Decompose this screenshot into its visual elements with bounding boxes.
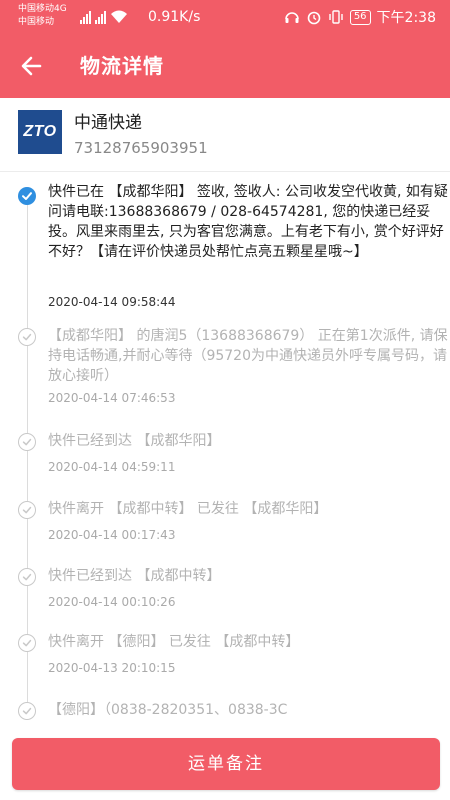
- event-text: 【成都华阳】 的唐润5（13688368679） 正在第1次派件, 请保持电话畅…: [48, 328, 448, 384]
- headphones-icon: [284, 9, 300, 25]
- courier-logo: ZTO: [18, 110, 62, 154]
- waybill-note-button[interactable]: 运单备注: [12, 738, 440, 790]
- check-circle-icon: [18, 187, 36, 205]
- signal-icons: [80, 8, 128, 24]
- network-speed: 0.91K/s: [148, 9, 201, 25]
- event-text: 快件离开 【德阳】 已发往 【成都中转】: [48, 634, 300, 650]
- vibrate-icon: [328, 9, 344, 25]
- check-circle-icon: [18, 433, 36, 451]
- event-text: 快件离开 【成都中转】 已发往 【成都华阳】: [48, 501, 328, 517]
- wifi-icon: [111, 10, 127, 23]
- courier-logo-text: ZTO: [23, 123, 57, 140]
- event-time: 2020-04-14 00:17:43: [48, 528, 176, 542]
- signal-strength-icon-2: [95, 10, 106, 24]
- alarm-icon: [306, 9, 322, 25]
- clock: 下午2:38: [376, 10, 436, 26]
- event-time: 2020-04-14 09:58:44: [48, 295, 176, 309]
- event-text: 快件已经到达 【成都华阳】: [48, 433, 221, 449]
- app-bar: 物流详情: [0, 34, 450, 98]
- signal-strength-icon: [80, 10, 91, 24]
- event-text: 【德阳】（0838-2820351、0838-3C: [48, 702, 288, 718]
- carrier-2: 中国移动: [18, 17, 55, 27]
- event-time: 2020-04-14 00:10:26: [48, 595, 176, 609]
- check-circle-icon: [18, 568, 36, 586]
- page-title: 物流详情: [80, 54, 164, 78]
- footer: 运单备注: [0, 720, 450, 800]
- tracking-timeline[interactable]: 快件已在 【成都华阳】 签收, 签收人: 公司收发空代收黄, 如有疑问请电联:1…: [0, 172, 450, 720]
- event-time: 2020-04-13 20:10:15: [48, 661, 176, 675]
- event-time: 2020-04-14 04:59:11: [48, 460, 176, 474]
- check-circle-icon: [18, 634, 36, 652]
- carrier-info: 中国移动4G 中国移动: [18, 3, 67, 29]
- courier-card: ZTO 中通快递 73128765903951: [0, 98, 450, 172]
- carrier-1: 中国移动4G: [18, 4, 67, 14]
- arrow-left-icon[interactable]: [18, 52, 46, 80]
- check-circle-icon: [18, 501, 36, 519]
- status-bar: 中国移动4G 中国移动 0.91K/s 56 下午2:38: [0, 0, 450, 34]
- check-circle-icon: [18, 328, 36, 346]
- check-circle-icon: [18, 702, 36, 720]
- courier-name: 中通快递: [74, 113, 142, 133]
- status-right: 56 下午2:38: [284, 7, 436, 27]
- battery-icon: 56: [349, 9, 371, 25]
- tracking-number[interactable]: 73128765903951: [74, 138, 208, 158]
- event-text: 快件已在 【成都华阳】 签收, 签收人: 公司收发空代收黄, 如有疑问请电联:1…: [48, 184, 448, 260]
- event-text: 快件已经到达 【成都中转】: [48, 568, 221, 584]
- event-time: 2020-04-14 07:46:53: [48, 391, 176, 405]
